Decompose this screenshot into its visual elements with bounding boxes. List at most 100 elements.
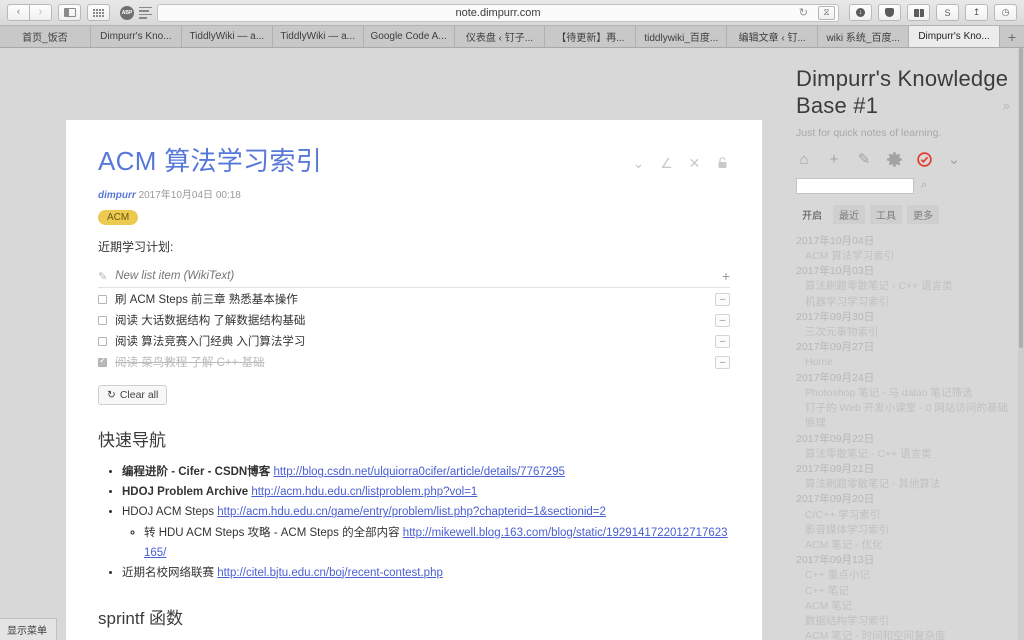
browser-tab[interactable]: 首页_饭否 [0, 26, 91, 47]
sidebar-tiddler-link[interactable]: 数据结构学习索引 [796, 614, 1010, 629]
nav-item-link[interactable]: http://citel.bjtu.edu.cn/boj/recent-cont… [217, 567, 443, 579]
sidebar-tiddler-link[interactable]: 影音媒体学习索引 [796, 523, 1010, 538]
sidebar-tiddler-link[interactable]: 钉子的 Web 开发小课堂 - 0 网站访问的基础原理 [796, 401, 1010, 431]
tab-tools[interactable]: 工具 [870, 205, 902, 224]
tab-label: tiddlywiki_百度... [644, 29, 718, 44]
browser-tab[interactable]: Google Code A... [364, 26, 455, 47]
browser-tab[interactable]: tiddlywiki_百度... [636, 26, 727, 47]
sidebar-tiddler-link[interactable]: ACM 笔记 - 时间和空间复杂度 [796, 629, 1010, 640]
show-sidebar-button[interactable] [58, 4, 81, 21]
sidebar-tiddler-link[interactable]: Home [796, 355, 1010, 370]
chevron-down-icon[interactable]: ⌄ [631, 155, 646, 170]
nav-item-text: HDOJ ACM Steps [122, 506, 214, 518]
sidebar-tiddler-link[interactable]: ACM 算法学习索引 [796, 249, 1010, 264]
nav-item-link[interactable]: http://acm.hdu.edu.cn/game/entry/problem… [217, 506, 606, 518]
top-sites-button[interactable] [87, 4, 110, 21]
sidebar-tiddler-link[interactable]: C++ 重点小记 [796, 568, 1010, 583]
lock-icon[interactable] [715, 155, 730, 170]
checkbox-checked[interactable] [98, 358, 107, 367]
tiddler-byline: dimpurr 2017年10月04日 00:18 [98, 186, 730, 201]
new-tiddler-icon[interactable]: + [826, 152, 842, 168]
browser-tab[interactable]: 【待更新】再... [545, 26, 636, 47]
page-scrollbar[interactable] [1018, 48, 1024, 640]
control-panel-gear-icon[interactable] [886, 152, 902, 168]
tab-label: Google Code A... [370, 31, 446, 42]
history-button[interactable]: ◷ [994, 4, 1017, 21]
tag-pill[interactable]: ACM [98, 210, 138, 225]
address-bar[interactable]: note.dimpurr.com ↻ ⧖ [157, 4, 839, 22]
sidebar-tiddler-link[interactable]: 算法刷题零散笔记 - C++ 语言类 [796, 279, 1010, 294]
new-list-item-input[interactable] [115, 270, 714, 282]
new-journal-icon[interactable]: ✎ [856, 152, 872, 168]
tiddler-toolbar: ⌄ ∠ ✕ [631, 146, 730, 170]
remove-item-button[interactable]: – [715, 356, 730, 369]
pocket-button[interactable] [878, 4, 901, 21]
scrollbar-thumb[interactable] [1019, 48, 1023, 348]
sidebar-tiddler-link[interactable]: 三次元事物索引 [796, 325, 1010, 340]
checklist-item[interactable]: 阅读 大话数据结构 了解数据结构基础 – [98, 309, 730, 330]
checkbox[interactable] [98, 337, 107, 346]
forward-button[interactable]: › [29, 4, 52, 21]
save-changes-icon[interactable] [916, 152, 932, 168]
sidebar-tiddler-link[interactable]: ACM 笔记 - 优化 [796, 538, 1010, 553]
section-heading-quick-nav: 快速导航 [98, 426, 730, 451]
browser-toolbar: ‹ › ABP note.dimpurr.com ↻ ⧖ ↓ [0, 0, 1024, 26]
nav-item-link[interactable]: http://blog.csdn.net/ulquiorra0cifer/art… [273, 466, 565, 478]
remove-item-button[interactable]: – [715, 314, 730, 327]
sidebar-tiddler-link[interactable]: C/C++ 学习索引 [796, 508, 1010, 523]
reload-icon[interactable]: ↻ [799, 6, 808, 19]
browser-tab[interactable]: TiddlyWiki — a... [182, 26, 273, 47]
clear-all-button[interactable]: ↻ Clear all [98, 385, 167, 405]
close-icon[interactable]: ✕ [687, 155, 702, 170]
search-input[interactable] [796, 178, 914, 194]
edit-pencil-icon[interactable]: ∠ [659, 155, 674, 170]
refresh-icon: ↻ [107, 389, 116, 401]
share-button[interactable]: ↥ [965, 4, 988, 21]
tab-more[interactable]: 更多 [907, 205, 939, 224]
sidebar-tiddler-link[interactable]: C++ 笔记 [796, 584, 1010, 599]
downloads-button[interactable]: ↓ [849, 4, 872, 21]
sidebar-tiddler-link[interactable]: 机器学习学习索引 [796, 295, 1010, 310]
pocket-icon [885, 8, 894, 17]
checklist-item-label: 阅读 算法竞赛入门经典 入门算法学习 [115, 333, 707, 349]
remove-item-button[interactable]: – [715, 293, 730, 306]
nav-item-link[interactable]: http://acm.hdu.edu.cn/listproblem.php?vo… [251, 486, 477, 498]
checklist-item[interactable]: 刷 ACM Steps 前三章 熟悉基本操作 – [98, 288, 730, 309]
new-list-item-row: ✎ + [98, 269, 730, 288]
browser-tab-active[interactable]: Dimpurr's Kno... [909, 26, 1000, 47]
sidebar-tiddler-link[interactable]: Photoshop 笔记 - 马 dalao 笔记筛选 [796, 386, 1010, 401]
back-button[interactable]: ‹ [7, 4, 30, 21]
tab-recent[interactable]: 最近 [833, 205, 865, 224]
new-tab-button[interactable]: + [1000, 26, 1024, 47]
browser-tab[interactable]: 仪表盘 ‹ 钉子... [455, 26, 546, 47]
more-chevron-down-icon[interactable]: ⌄ [946, 152, 962, 168]
gear-glyph [887, 152, 902, 167]
author-name[interactable]: dimpurr [98, 190, 136, 201]
home-icon[interactable]: ⌂ [796, 152, 812, 168]
checklist-item[interactable]: 阅读 算法竞赛入门经典 入门算法学习 – [98, 330, 730, 351]
checkbox[interactable] [98, 295, 107, 304]
share-url-button[interactable]: ⧖ [818, 6, 835, 20]
checklist-item-done[interactable]: 阅读 菜鸟教程 了解 C++ 基础 – [98, 351, 730, 372]
nav-item-text: 近期名校网络联赛 [122, 567, 214, 579]
browser-tab[interactable]: Dimpurr's Kno... [91, 26, 182, 47]
reader-view-icon[interactable] [139, 7, 152, 19]
checkbox[interactable] [98, 316, 107, 325]
sidebar-tiddler-link[interactable]: 算法零散笔记 - C++ 语言类 [796, 447, 1010, 462]
download-arrow-icon: ↓ [856, 8, 865, 17]
add-list-item-button[interactable]: + [722, 269, 730, 283]
search-icon[interactable]: ⌕ [921, 179, 927, 192]
skitch-button[interactable]: S [936, 4, 959, 21]
sidebar-tiddler-link[interactable]: ACM 笔记 [796, 599, 1010, 614]
adblock-icon[interactable]: ABP [120, 6, 134, 20]
remove-item-button[interactable]: – [715, 335, 730, 348]
reading-list-button[interactable] [907, 4, 930, 21]
browser-tab[interactable]: TiddlyWiki — a... [273, 26, 364, 47]
sidebar-tiddler-link[interactable]: 算法刷题零散笔记 - 其他算法 [796, 477, 1010, 492]
browser-tab[interactable]: 编辑文章 ‹ 钉... [727, 26, 818, 47]
toolbar-right-buttons: ↓ S ↥ ◷ [849, 4, 1017, 21]
browser-tab[interactable]: wiki 系统_百度... [818, 26, 909, 47]
forward-arrow-icon: › [39, 7, 43, 18]
tab-open[interactable]: 开启 [796, 205, 828, 224]
sidebar-icon-bar: ⌂ + ✎ ⌄ [796, 152, 1010, 168]
